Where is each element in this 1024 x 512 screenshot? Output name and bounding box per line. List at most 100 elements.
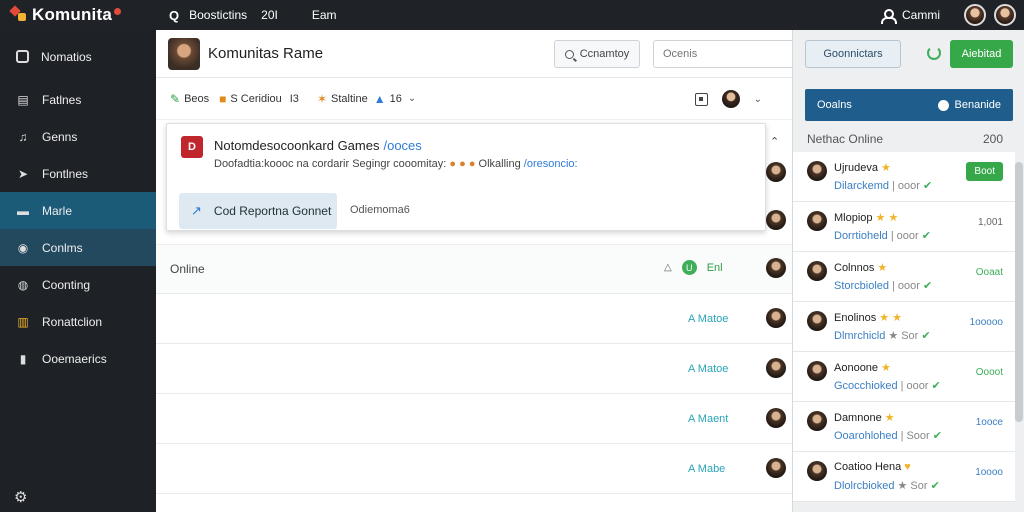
avatar[interactable] — [766, 210, 786, 230]
calendar-icon[interactable] — [694, 92, 708, 106]
list-item[interactable]: A Maent — [156, 394, 792, 444]
brand[interactable]: Komunita — [10, 5, 160, 25]
post-tag-link[interactable]: /oresoncio: — [524, 158, 578, 170]
contact-row[interactable]: Mlopiop ★ ★ Dorrtioheld | ooor ✔ 1,001 — [793, 202, 1015, 252]
contact-subtitle-extra: ooor — [906, 380, 929, 392]
inbox-icon: ▬ — [17, 203, 29, 218]
avatar[interactable] — [964, 4, 986, 26]
settings-gear-icon[interactable]: ⚙ — [14, 488, 27, 506]
toggle-dot-icon[interactable] — [937, 99, 949, 111]
contact-subtitle: Storcbioled | ooor ✔ — [834, 279, 932, 292]
avatar[interactable] — [807, 211, 827, 231]
contact-subtitle-text: Dorrtioheld — [834, 230, 888, 242]
top-bar: Komunita Q Boostictins 20I Eam Cammi — [0, 0, 1024, 30]
chevron-up-icon[interactable]: ⌃ — [770, 135, 779, 148]
avatar[interactable] — [766, 358, 786, 378]
top-menu-item-3[interactable]: Eam — [312, 8, 337, 22]
list-item[interactable]: A Matoe — [156, 294, 792, 344]
tab-ooalns[interactable]: Ooalns — [817, 99, 852, 111]
search-icon — [564, 49, 574, 59]
chevron-down-icon[interactable]: ⌄ — [754, 94, 762, 105]
contact-separator: | — [900, 430, 904, 442]
contact-row[interactable]: Enolinos ★ ★ Dlmrchicld ★ Sor ✔ 1ooooo — [793, 302, 1015, 352]
triangle-up-icon[interactable]: △ — [664, 262, 672, 273]
contact-row[interactable]: Coatioo Hena ♥ Dlolrcbioked ★ Sor ✔ 1oooo — [793, 452, 1015, 502]
sidebar-item-marle[interactable]: ▬ Marle — [0, 192, 156, 229]
list-item-tag[interactable]: A Matoe — [688, 363, 728, 375]
contact-row[interactable]: Colnnos ★ Storcbioled | ooor ✔ Ooaat — [793, 252, 1015, 302]
avatar[interactable] — [807, 461, 827, 481]
avatar[interactable] — [766, 258, 786, 278]
contact-action-button[interactable]: Boot — [966, 162, 1003, 181]
sidebar-item-ooemaerics[interactable]: ▮ Ooemaerics — [0, 340, 156, 377]
avatar-secondary[interactable] — [994, 4, 1016, 26]
chevron-down-icon[interactable]: ⌄ — [408, 93, 416, 104]
verified-icon: ✔ — [929, 430, 942, 442]
contact-subtitle: Dlmrchicld ★ Sor ✔ — [834, 329, 931, 342]
search-button[interactable]: Ccnamtoy — [554, 40, 640, 68]
bars-icon: ▥ — [17, 314, 29, 329]
sidebar-item-fontlnes[interactable]: ➤ Fontlnes — [0, 155, 156, 192]
report-game-button[interactable]: ↗ Cod Reportna Gonnet — [179, 193, 337, 229]
list-item-tag[interactable]: A Mabe — [688, 463, 725, 475]
contact-subtitle-extra: Soor — [906, 430, 930, 442]
top-menu-item-1[interactable]: Boostictins — [189, 8, 247, 22]
top-user-area: Cammi — [880, 0, 1016, 30]
verified-icon: ✔ — [918, 230, 931, 242]
add-button[interactable]: Aiebitad — [950, 40, 1013, 68]
sidebar-item-ronattclion[interactable]: ▥ Ronattclion — [0, 303, 156, 340]
contact-name: Ujrudeva ★ — [834, 161, 891, 174]
star-icon: ★ ★ — [879, 312, 902, 324]
user-icon[interactable] — [880, 8, 897, 24]
sidebar-item-label: Marle — [42, 203, 73, 218]
pinned-post-card[interactable]: D Notomdesocoonkard Games/ooces Doofadti… — [166, 123, 766, 231]
contacts-button[interactable]: Goonnictars — [805, 40, 901, 68]
contact-subtitle-extra: ooor — [897, 280, 920, 292]
contact-subtitle-text: Dilarckemd — [834, 180, 890, 192]
group-avatar[interactable] — [168, 37, 200, 70]
avatar[interactable] — [807, 311, 827, 331]
refresh-icon[interactable] — [927, 46, 941, 60]
avatar[interactable] — [766, 408, 786, 428]
online-action[interactable]: Enl — [707, 262, 723, 274]
top-menu-q[interactable]: Q — [169, 8, 179, 23]
sidebar-item-fatlnes[interactable]: ▤ Fatlnes — [0, 81, 156, 118]
avatar[interactable] — [721, 90, 740, 108]
avatar[interactable] — [807, 361, 827, 381]
thumb-icon: ▲ — [373, 91, 386, 106]
sidebar-item-conlms[interactable]: ◉ Conlms — [0, 229, 156, 266]
avatar[interactable] — [766, 308, 786, 328]
avatar[interactable] — [766, 458, 786, 478]
search-input[interactable] — [653, 40, 795, 68]
toolbar-item-beos[interactable]: Beos — [184, 93, 209, 105]
toolbar-item-staltine[interactable]: Staltine — [331, 93, 368, 105]
contact-row[interactable]: Damnone ★ Ooarohlohed | Soor ✔ 1ooce — [793, 402, 1015, 452]
brand-logo-icon — [10, 6, 28, 24]
list-item[interactable]: A Matoe — [156, 344, 792, 394]
star-icon: ★ — [884, 412, 895, 424]
list-item[interactable]: A Mabe — [156, 444, 792, 494]
sidebar: Nomatios ▤ Fatlnes ♫ Genns ➤ Fontlnes ▬ … — [0, 30, 156, 512]
contact-subtitle-extra: ooor — [896, 230, 919, 242]
tab-benanide[interactable]: Benanide — [955, 99, 1002, 111]
top-menu-item-2[interactable]: 20I — [261, 8, 278, 22]
list-item-tag[interactable]: A Maent — [688, 413, 728, 425]
contact-subtitle-text: Dlmrchicld — [834, 330, 886, 342]
scrollbar[interactable] — [1015, 162, 1023, 422]
list-item-tag[interactable]: A Matoe — [688, 313, 728, 325]
avatar[interactable] — [807, 161, 827, 181]
contact-row[interactable]: Ujrudeva ★ Dilarckemd | ooor ✔ Boot — [793, 152, 1015, 202]
sidebar-item-coonting[interactable]: ◍ Coonting — [0, 266, 156, 303]
avatar[interactable] — [766, 162, 786, 182]
post-title-link[interactable]: /ooces — [383, 138, 421, 153]
sidebar-item-nomatios[interactable]: Nomatios — [0, 38, 156, 75]
contact-name: Coatioo Hena ♥ — [834, 461, 911, 473]
toolbar-item-ceridiou[interactable]: S Ceridiou — [230, 93, 281, 105]
contact-row[interactable]: Aonoone ★ Gcocchioked | ooor ✔ Oooot — [793, 352, 1015, 402]
sidebar-item-genns[interactable]: ♫ Genns — [0, 118, 156, 155]
star-icon: ♥ — [904, 461, 911, 473]
user-name[interactable]: Cammi — [902, 8, 940, 22]
avatar[interactable] — [807, 261, 827, 281]
sidebar-item-label: Fontlnes — [42, 166, 89, 181]
avatar[interactable] — [807, 411, 827, 431]
